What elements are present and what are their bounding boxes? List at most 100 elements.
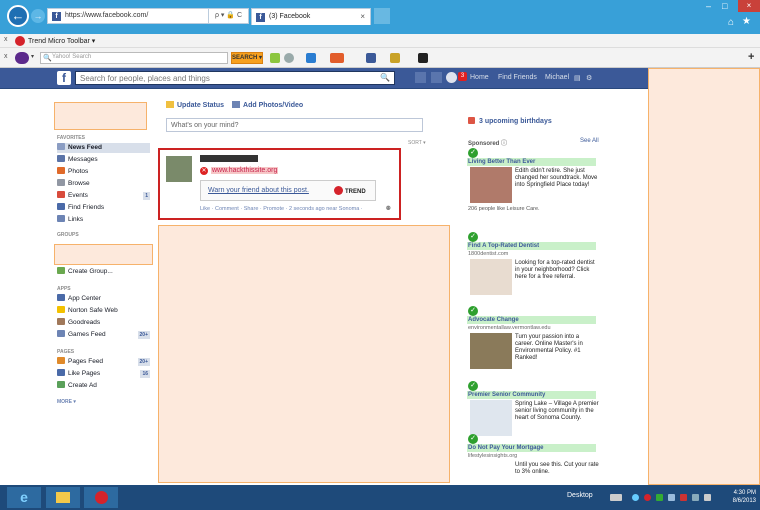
audience-icon[interactable]: ⚉ — [386, 205, 391, 212]
tray-app-icon[interactable] — [668, 494, 675, 501]
sidebar-item-links[interactable]: Links — [57, 215, 150, 225]
sidebar-item-browse[interactable]: Browse — [57, 179, 150, 189]
close-window-button[interactable]: × — [738, 0, 760, 12]
toolbar-app-icon[interactable] — [330, 53, 344, 63]
ad-image[interactable] — [470, 400, 512, 436]
chevron-down-icon[interactable]: ▾ — [31, 53, 34, 60]
volume-icon[interactable] — [704, 494, 711, 501]
ad-image[interactable] — [470, 167, 512, 203]
fb-search-input[interactable]: Search for people, places and things 🔍 — [75, 71, 395, 85]
ad-title[interactable]: Find A Top-Rated Dentist — [467, 242, 596, 250]
post-link[interactable]: www.hackthissite.org — [211, 167, 279, 174]
news-feed-post: ✕ www.hackthissite.org Warn your friend … — [158, 148, 401, 220]
trend-micro-taskbar-button[interactable] — [84, 487, 118, 508]
new-tab-button[interactable] — [374, 8, 390, 24]
sidebar-item-norton-safe-web[interactable]: Norton Safe Web — [57, 306, 150, 316]
keyboard-icon[interactable] — [610, 494, 622, 501]
friend-requests-icon[interactable] — [415, 72, 426, 83]
back-button[interactable]: ← — [7, 5, 29, 27]
sidebar-item-pages-feed[interactable]: Pages Feed 20+ — [57, 357, 150, 367]
add-icon[interactable]: + — [748, 51, 754, 63]
sidebar-item-find-friends[interactable]: Find Friends — [57, 203, 150, 213]
ad-title[interactable]: Advocate Change — [467, 316, 596, 324]
home-icon[interactable]: ⌂ — [728, 17, 734, 28]
sidebar-item-app-center[interactable]: App Center — [57, 294, 150, 304]
search-icon[interactable]: 🔍 — [380, 73, 390, 82]
address-bar[interactable]: f https://www.facebook.com/ — [47, 8, 209, 24]
toolbar-app-icon[interactable] — [284, 53, 294, 63]
sidebar-item-messages[interactable]: Messages — [57, 155, 150, 165]
ad-text[interactable]: Edith didn't retire. She just changed he… — [515, 168, 599, 189]
toolbar-close-icon[interactable]: x — [4, 36, 8, 43]
forward-button[interactable]: → — [31, 9, 45, 23]
yahoo-search-button[interactable]: SEARCH ▾ — [231, 52, 263, 64]
facebook-icon[interactable] — [366, 53, 376, 63]
ad-text[interactable]: Spring Lake – Village A premier senior l… — [515, 401, 599, 422]
privacy-icon[interactable]: ▤ — [574, 74, 581, 82]
ad-text[interactable]: Until you see this. Cut your rate to 3% … — [515, 462, 599, 476]
see-all-link[interactable]: See All — [580, 138, 599, 144]
maximize-button[interactable]: □ — [722, 1, 727, 11]
toolbar-close-icon[interactable]: x — [4, 53, 8, 60]
ad-image[interactable] — [470, 461, 512, 481]
tray-app-icon[interactable] — [680, 494, 687, 501]
sidebar-item-goodreads[interactable]: Goodreads — [57, 318, 150, 328]
ad-domain[interactable]: lifestylesinsights.org — [468, 453, 517, 459]
tray-app-icon[interactable] — [656, 494, 663, 501]
ad-title[interactable]: Premier Senior Community — [467, 391, 596, 399]
add-photos-tab[interactable]: Add Photos/Video — [243, 102, 303, 109]
ad-text[interactable]: Looking for a top-rated dentist in your … — [515, 260, 599, 281]
ad-image[interactable] — [470, 333, 512, 369]
sort-dropdown[interactable]: SORT ▾ — [408, 140, 426, 146]
trend-tray-icon[interactable] — [644, 494, 651, 501]
tab-close-icon[interactable]: × — [360, 12, 365, 21]
update-status-tab[interactable]: Update Status — [177, 102, 224, 109]
sidebar-item-games-feed[interactable]: Games Feed 20+ — [57, 330, 150, 340]
toolbar-app-icon[interactable] — [418, 53, 428, 63]
sidebar-item-create-ad[interactable]: Create Ad — [57, 381, 150, 391]
toolbar-app-icon[interactable] — [270, 53, 280, 63]
messages-icon[interactable] — [431, 72, 442, 83]
birthday-reminder[interactable]: 3 upcoming birthdays — [468, 117, 552, 125]
sidebar-item-events[interactable]: Events 1 — [57, 191, 150, 201]
desktop-toolbar[interactable]: Desktop — [567, 492, 593, 499]
notifications-globe-icon[interactable] — [446, 72, 457, 83]
post-actions[interactable]: Like · Comment · Share · Promote · 2 sec… — [200, 206, 363, 212]
ad-text[interactable]: Turn your passion into a career. Online … — [515, 334, 599, 362]
warn-friend-link[interactable]: Warn your friend about this post. — [208, 187, 309, 194]
yahoo-logo-icon[interactable] — [15, 52, 29, 64]
status-composer-input[interactable]: What's on your mind? — [166, 118, 423, 132]
favorites-star-icon[interactable]: ★ — [742, 16, 751, 27]
gear-icon[interactable]: ⚙ — [586, 74, 592, 82]
facebook-logo-icon[interactable]: f — [57, 71, 71, 85]
toolbar-app-icon[interactable] — [390, 53, 400, 63]
internet-explorer-icon[interactable]: e — [7, 487, 41, 508]
file-explorer-button[interactable] — [46, 487, 80, 508]
ad-domain[interactable]: 1800dentist.com — [468, 251, 508, 257]
network-icon[interactable] — [692, 494, 699, 501]
ad-title[interactable]: Do Not Pay Your Mortgage — [467, 444, 596, 452]
clock[interactable]: 4:30 PM 8/6/2013 — [724, 489, 756, 505]
tray-app-icon[interactable] — [632, 494, 639, 501]
address-text[interactable]: https://www.facebook.com/ — [65, 12, 148, 19]
tab-facebook[interactable]: f (3) Facebook × — [251, 8, 371, 25]
create-group-link[interactable]: Create Group... — [57, 267, 150, 277]
ad-domain[interactable]: environmentallaw.vermontlaw.edu — [468, 325, 551, 331]
sidebar-item-like-pages[interactable]: Like Pages 16 — [57, 369, 150, 379]
nav-home[interactable]: Home — [470, 74, 489, 81]
nav-user[interactable]: Michael — [545, 74, 569, 81]
yahoo-search-input[interactable]: 🔍 Yahoo! Search — [40, 52, 228, 64]
sponsored-info-icon[interactable]: ⓘ — [501, 141, 507, 147]
sidebar-item-news-feed[interactable]: News Feed — [57, 143, 150, 153]
nav-find-friends[interactable]: Find Friends — [498, 74, 537, 81]
ad-title[interactable]: Living Better Than Ever — [467, 158, 596, 166]
address-controls[interactable]: ρ ▾ 🔒 C — [209, 8, 249, 24]
avatar[interactable] — [166, 156, 192, 182]
mail-icon[interactable] — [306, 53, 316, 63]
sidebar-item-photos[interactable]: Photos — [57, 167, 150, 177]
ad-image[interactable] — [470, 259, 512, 295]
pages-feed-icon — [57, 357, 65, 364]
more-link[interactable]: MORE ▾ — [57, 399, 76, 405]
trend-toolbar-menu[interactable]: Trend Micro Toolbar ▾ — [28, 37, 95, 45]
minimize-button[interactable]: – — [706, 1, 711, 11]
